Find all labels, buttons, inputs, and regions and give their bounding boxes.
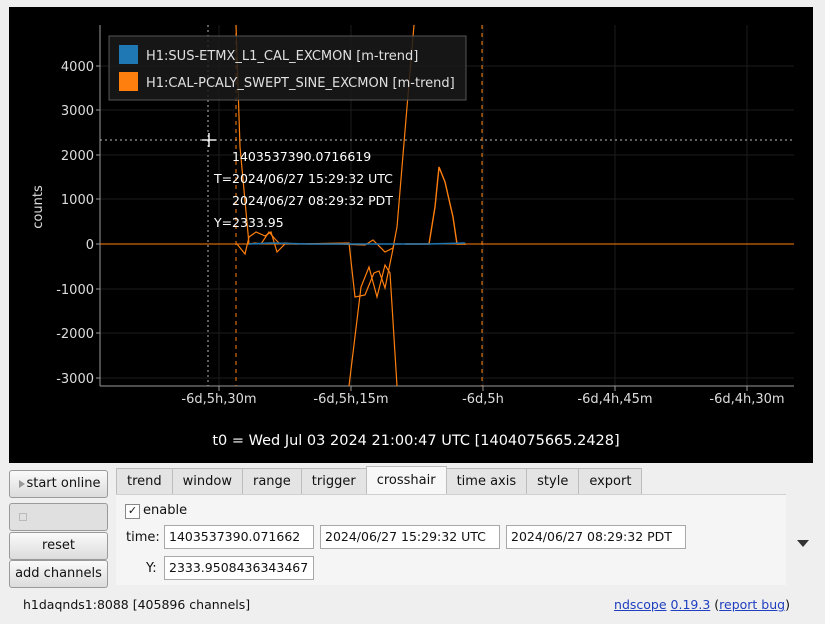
- t0-label: t0 = Wed Jul 03 2024 21:00:47 UTC [14040…: [212, 433, 619, 449]
- server-status: h1daqnds1:8088 [405896 channels]: [23, 597, 251, 612]
- y-axis-label: counts: [31, 185, 46, 229]
- y-tick-label: -3000: [56, 372, 94, 387]
- crosshair-utc: 2024/06/27 15:29:32 UTC: [232, 171, 393, 186]
- y-tick-label: -1000: [56, 283, 94, 298]
- series-blue-trace: [248, 242, 466, 245]
- crosshair-t-prefix: T=: [213, 171, 232, 186]
- square-icon: [19, 513, 27, 521]
- enable-label: enable: [143, 503, 188, 518]
- crosshair-cursor-icon: [202, 133, 216, 147]
- time-gps-field[interactable]: 1403537390.071662: [164, 525, 314, 549]
- legend-swatch-orange: [119, 72, 138, 91]
- ndscope-link[interactable]: ndscope: [614, 597, 667, 612]
- legend-swatch-blue: [119, 45, 138, 64]
- legend[interactable]: H1:SUS-ETMX_L1_CAL_EXCMON [m-trend] H1:C…: [108, 35, 467, 101]
- y-label: Y:: [146, 561, 157, 576]
- x-tick-label: -6d,4h,30m: [709, 392, 784, 407]
- reset-label: reset: [42, 538, 75, 553]
- crosshair-pdt: 2024/06/27 08:29:32 PDT: [232, 193, 393, 208]
- time-utc-field[interactable]: 2024/06/27 15:29:32 UTC: [320, 525, 500, 549]
- add-channels-label: add channels: [15, 566, 102, 581]
- y-tick-label: -2000: [56, 327, 94, 342]
- tab-style[interactable]: style: [526, 468, 580, 494]
- y-tick-label: 0: [86, 238, 94, 253]
- y-tick-label: 3000: [61, 104, 94, 119]
- tab-window[interactable]: window: [171, 468, 243, 494]
- play-icon: [19, 480, 25, 488]
- enable-checkbox[interactable]: ✓: [125, 504, 140, 519]
- start-online-button[interactable]: start online: [9, 470, 108, 498]
- tab-bar: trend window range trigger crosshair time axi…: [116, 466, 643, 494]
- y-tick-label: 2000: [61, 149, 94, 164]
- chevron-down-icon[interactable]: [797, 540, 809, 547]
- reset-button[interactable]: reset: [9, 532, 108, 560]
- legend-entry-1: H1:SUS-ETMX_L1_CAL_EXCMON [m-trend]: [146, 49, 418, 64]
- app-links: ndscope 0.19.3 (report bug): [614, 597, 790, 612]
- legend-entry-2: H1:CAL-PCALY_SWEPT_SINE_EXCMON [m-trend]: [146, 76, 455, 91]
- time-pdt-field[interactable]: 2024/06/27 08:29:32 PDT: [506, 525, 686, 549]
- tab-trigger[interactable]: trigger: [300, 468, 367, 494]
- crosshair-panel: ✓ enable time: 1403537390.071662 2024/06…: [116, 494, 786, 585]
- version-link[interactable]: 0.19.3: [671, 597, 711, 612]
- series-orange-peak: [405, 166, 466, 245]
- tab-trend[interactable]: trend: [116, 468, 173, 494]
- series-orange-min-trace-2: [348, 263, 398, 387]
- add-channels-button[interactable]: add channels: [9, 560, 108, 588]
- x-tick-label: -6d,5h: [462, 392, 504, 407]
- crosshair-gps: 1403537390.0716619: [232, 149, 371, 164]
- y-tick-label: 4000: [61, 60, 94, 75]
- crosshair-y: 2333.95: [232, 215, 284, 230]
- tab-time-axis[interactable]: time axis: [445, 468, 528, 494]
- y-tick-label: 1000: [61, 193, 94, 208]
- x-tick-label: -6d,5h,15m: [313, 392, 388, 407]
- plot-area[interactable]: 4000 3000 2000 1000 0 -1000 -2000 -3000 -6d,5h,…: [9, 7, 813, 463]
- disabled-button: [9, 503, 108, 531]
- tab-range[interactable]: range: [241, 468, 302, 494]
- x-tick-label: -6d,5h,30m: [181, 392, 256, 407]
- x-tick-label: -6d,4h,45m: [577, 392, 652, 407]
- crosshair-y-prefix: Y=: [213, 215, 232, 230]
- time-label: time:: [126, 530, 160, 545]
- report-bug-link[interactable]: report bug: [719, 597, 785, 612]
- tab-crosshair[interactable]: crosshair: [365, 466, 447, 494]
- plot-canvas[interactable]: 4000 3000 2000 1000 0 -1000 -2000 -3000 -6d,5h,…: [9, 7, 813, 463]
- paren-close: ): [785, 597, 790, 612]
- tab-export[interactable]: export: [578, 468, 643, 494]
- start-online-label: start online: [26, 476, 101, 491]
- y-value-field[interactable]: 2333.9508436343467: [164, 556, 314, 580]
